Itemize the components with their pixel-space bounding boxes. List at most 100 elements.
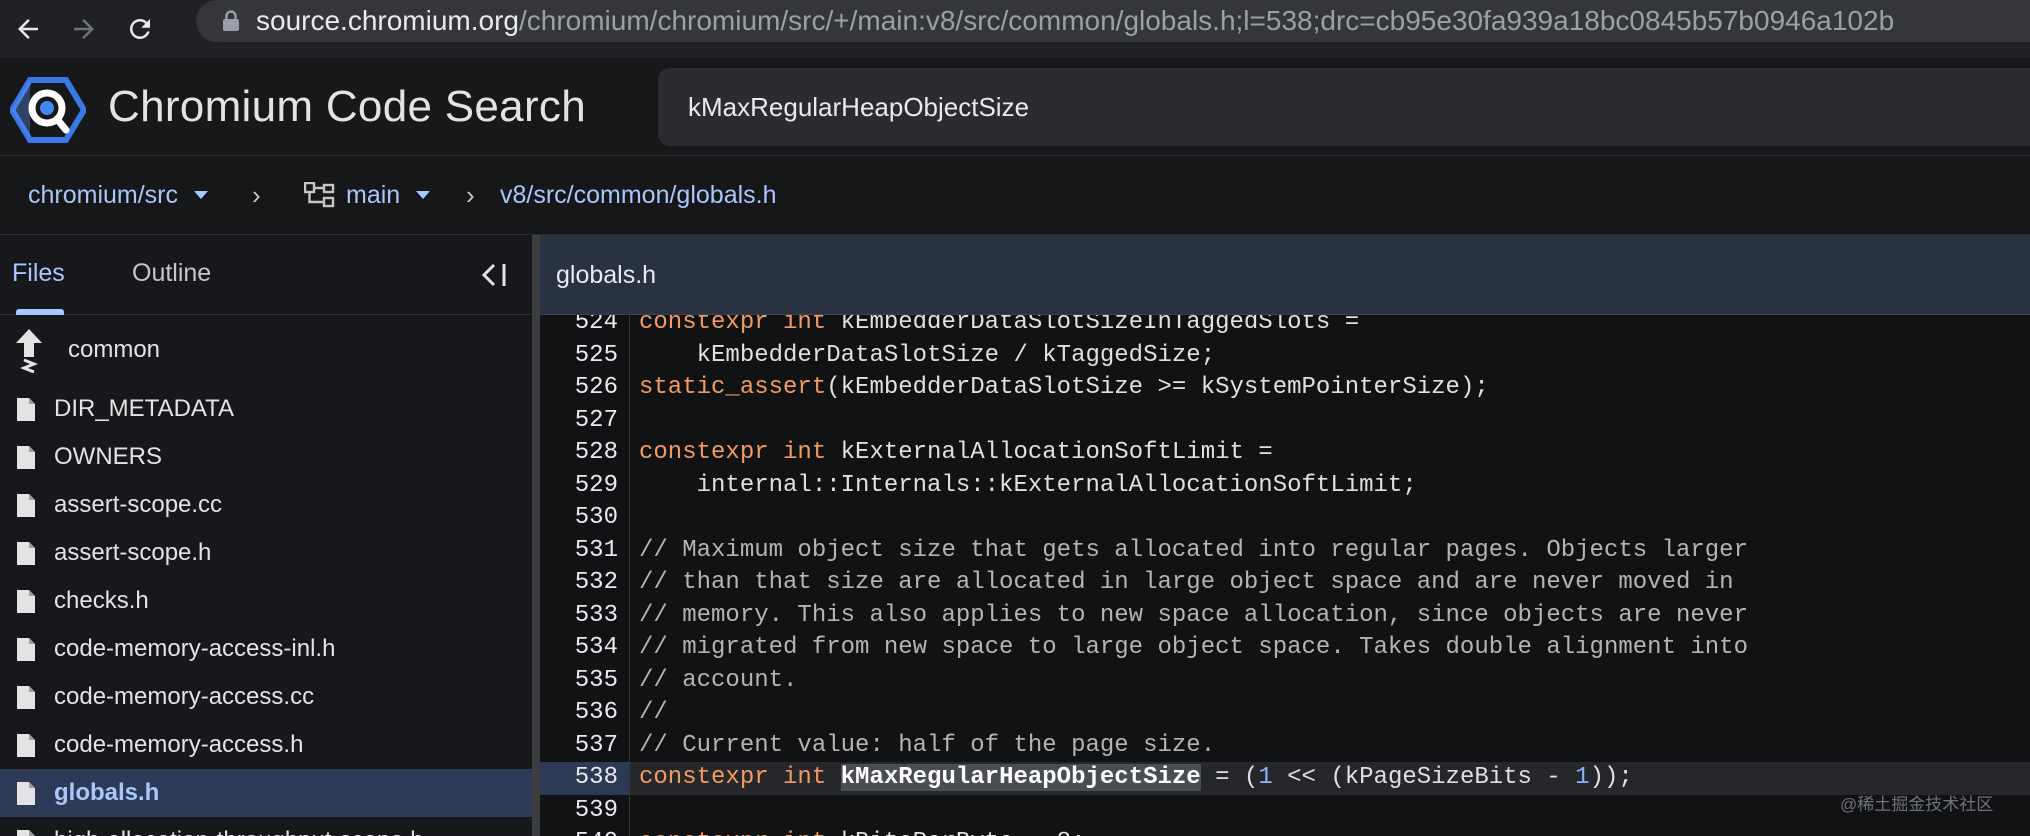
line-number[interactable]: 530 xyxy=(540,502,618,535)
file-item[interactable]: code-memory-access-inl.h xyxy=(0,625,532,673)
code-token: 1 xyxy=(1575,764,1590,791)
code-line: 536 // xyxy=(540,697,2030,730)
repo-selector[interactable]: chromium/src xyxy=(28,156,209,234)
search-input[interactable] xyxy=(688,68,1988,146)
chevron-down-icon xyxy=(416,191,431,199)
chevron-down-icon xyxy=(194,191,209,199)
code-text: // xyxy=(639,697,668,730)
url-path: /chromium/chromium/src/+/main:v8/src/com… xyxy=(518,5,1895,36)
file-name: high-allocation-throughput-scope.h xyxy=(54,827,424,836)
code-token: static_assert xyxy=(639,374,827,401)
file-item[interactable]: DIR_METADATA xyxy=(0,385,532,433)
forward-button[interactable] xyxy=(56,4,112,54)
file-icon xyxy=(17,734,35,757)
code-viewer: 524 constexpr int kEmbedderDataSlotSizeIn… xyxy=(540,235,2030,836)
file-item[interactable]: OWNERS xyxy=(0,433,532,481)
code-token: constexpr int xyxy=(639,829,841,836)
code-token: // Current value: half of the page size. xyxy=(639,731,1216,759)
line-number[interactable]: 529 xyxy=(540,470,618,503)
file-item[interactable]: checks.h xyxy=(0,577,532,625)
line-number[interactable]: 528 xyxy=(540,437,618,470)
back-button[interactable] xyxy=(0,4,56,54)
file-item[interactable]: globals.h xyxy=(0,769,532,817)
code-text: static_assert(kEmbedderDataSlotSize >= k… xyxy=(639,372,1489,405)
line-number[interactable]: 527 xyxy=(540,405,618,438)
line-number[interactable]: 537 xyxy=(540,730,618,763)
code-line: 531 // Maximum object size that gets allo… xyxy=(540,535,2030,568)
file-icon xyxy=(17,398,35,421)
code-text: constexpr int kExternalAllocationSoftLim… xyxy=(639,437,1273,470)
back-arrow-icon xyxy=(18,19,38,39)
code-text: internal::Internals::kExternalAllocation… xyxy=(639,470,1417,503)
line-number[interactable]: 534 xyxy=(540,632,618,665)
panel-tabs: Files Outline xyxy=(0,235,532,315)
tab-files[interactable]: Files xyxy=(12,259,65,288)
code-text: // Current value: half of the page size. xyxy=(639,730,1215,763)
file-name: assert-scope.cc xyxy=(54,491,223,518)
code-text: // account. xyxy=(639,665,797,698)
code-lines: 524 constexpr int kEmbedderDataSlotSizeIn… xyxy=(540,307,2030,836)
file-icon xyxy=(17,782,35,805)
reload-icon xyxy=(129,18,150,39)
branch-icon xyxy=(304,182,335,208)
code-line: 528 constexpr int kExternalAllocationSoft… xyxy=(540,437,2030,470)
file-item[interactable]: assert-scope.cc xyxy=(0,481,532,529)
file-icon xyxy=(17,590,35,613)
parent-directory-item[interactable]: common xyxy=(0,315,532,385)
highlighted-symbol[interactable]: kMaxRegularHeapObjectSize xyxy=(840,764,1201,791)
line-number[interactable]: 535 xyxy=(540,665,618,698)
chevron-right-icon: › xyxy=(466,179,475,210)
collapse-panel-icon[interactable] xyxy=(476,257,512,293)
code-token: 1 xyxy=(1258,764,1273,791)
file-icon xyxy=(17,542,35,565)
file-item[interactable]: code-memory-access.h xyxy=(0,721,532,769)
code-token: << (kPageSizeBits - xyxy=(1272,764,1576,791)
file-name: code-memory-access-inl.h xyxy=(54,635,336,662)
file-item[interactable]: high-allocation-throughput-scope.h xyxy=(0,817,532,836)
search-box[interactable] xyxy=(658,68,2030,146)
code-token: // than that size are allocated in large… xyxy=(639,569,1734,596)
code-search-logo-icon[interactable] xyxy=(10,76,86,144)
code-line: 534 // migrated from new space to large o… xyxy=(540,632,2030,665)
app-header: Chromium Code Search xyxy=(0,58,2030,155)
file-list: common DIR_METADATA OWNERS assert-scope.cc… xyxy=(0,315,532,836)
code-line: 535 // account. xyxy=(540,665,2030,698)
line-number[interactable]: 539 xyxy=(540,795,618,828)
file-item[interactable]: code-memory-access.cc xyxy=(0,673,532,721)
line-number[interactable]: 540 xyxy=(540,827,618,836)
code-text: // migrated from new space to large obje… xyxy=(639,632,1748,665)
code-header: globals.h xyxy=(540,235,2030,315)
file-icon xyxy=(17,494,35,517)
open-file-name: globals.h xyxy=(556,261,657,289)
file-icon xyxy=(17,638,35,661)
file-path-link[interactable]: v8/src/common/globals.h xyxy=(500,156,777,234)
address-bar[interactable]: source.chromium.org/chromium/chromium/sr… xyxy=(196,0,2030,42)
code-token: (kEmbedderDataSlotSize >= kSystemPointer… xyxy=(826,374,1489,401)
watermark: @稀土掘金技术社区 xyxy=(1840,795,1994,814)
file-name: assert-scope.h xyxy=(54,539,212,566)
app-title[interactable]: Chromium Code Search xyxy=(108,82,586,132)
file-item[interactable]: assert-scope.h xyxy=(0,529,532,577)
reload-button[interactable] xyxy=(112,4,168,54)
line-number[interactable]: 532 xyxy=(540,567,618,600)
code-token: )); xyxy=(1589,764,1633,791)
branch-selector[interactable]: main xyxy=(304,156,431,234)
url-host: source.chromium.org xyxy=(256,5,519,36)
branch-label: main xyxy=(346,180,401,209)
code-token: constexpr int xyxy=(639,439,841,466)
code-text: // than that size are allocated in large… xyxy=(639,567,1734,600)
code-line: 537 // Current value: half of the page si… xyxy=(540,730,2030,763)
line-number[interactable]: 536 xyxy=(540,697,618,730)
line-number[interactable]: 531 xyxy=(540,535,618,568)
line-number[interactable]: 538 xyxy=(540,762,630,795)
browser-toolbar: source.chromium.org/chromium/chromium/sr… xyxy=(0,0,2030,58)
panel-resize-handle[interactable] xyxy=(532,235,540,836)
folder-up-icon xyxy=(16,329,42,373)
tab-outline[interactable]: Outline xyxy=(132,259,211,288)
line-number[interactable]: 525 xyxy=(540,340,618,373)
code-token: kExternalAllocationSoftLimit = xyxy=(840,439,1273,466)
code-text: constexpr int kBitsPerByte = 8; xyxy=(639,827,1085,836)
code-text: kEmbedderDataSlotSize / kTaggedSize; xyxy=(639,340,1215,373)
line-number[interactable]: 526 xyxy=(540,372,618,405)
line-number[interactable]: 533 xyxy=(540,600,618,633)
